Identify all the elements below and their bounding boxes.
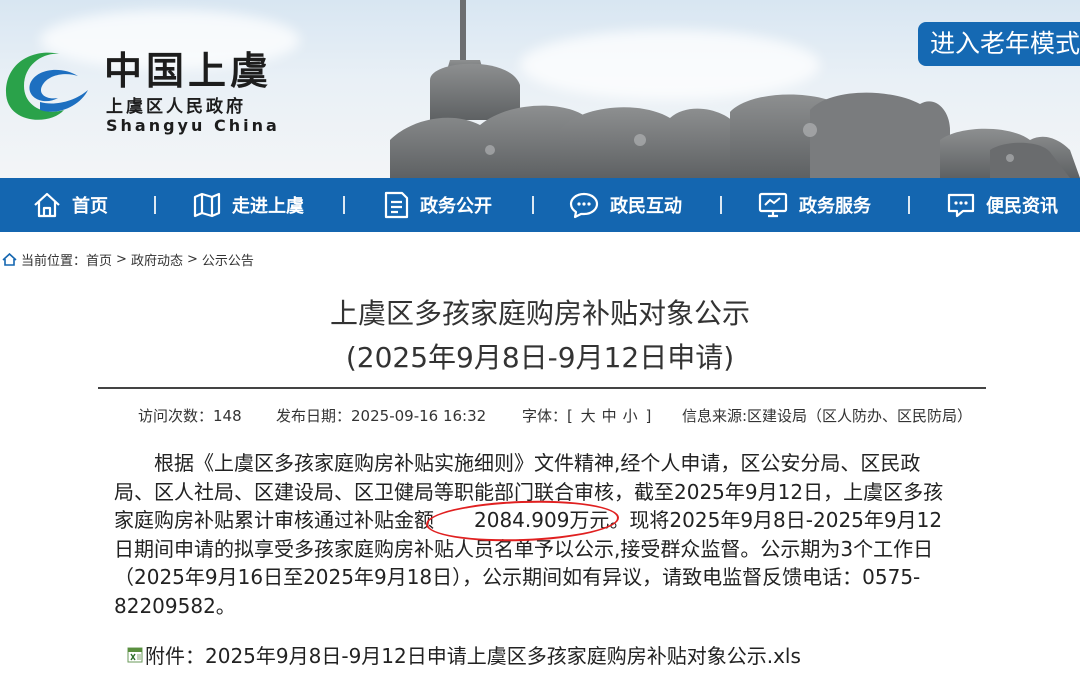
- monitor-icon: [758, 192, 788, 218]
- nav-item-label: 政民互动: [610, 196, 682, 217]
- nav-separator: [532, 196, 534, 214]
- nav-separator: [343, 196, 345, 214]
- brand-english: Shangyu China: [106, 116, 280, 135]
- info-source: 信息来源:区建设局（区人防办、区民防局）: [682, 407, 973, 425]
- highlighted-amount: 2084.909万元: [434, 506, 609, 535]
- breadcrumb-notices[interactable]: 公示公告: [202, 250, 254, 269]
- title-divider: [98, 387, 986, 389]
- publish-date-value: 2025-09-16 16:32: [351, 407, 487, 425]
- breadcrumb-separator: >: [116, 252, 127, 267]
- chat-icon: [569, 192, 599, 219]
- nav-separator: [720, 196, 722, 214]
- nav-item-label: 首页: [72, 196, 108, 217]
- nav-separator: [908, 196, 910, 214]
- breadcrumb-label: 当前位置：: [21, 254, 87, 269]
- nav-item-services[interactable]: 政务服务: [757, 178, 871, 232]
- breadcrumb-gov-news[interactable]: 政府动态: [131, 250, 183, 269]
- article-title: 上虞区多孩家庭购房补贴对象公示: [329, 297, 750, 330]
- nav-item-interaction[interactable]: 政民互动: [568, 178, 682, 232]
- map-icon: [193, 192, 221, 218]
- nav-item-home[interactable]: 首页: [32, 178, 108, 232]
- view-count: 访问次数：148: [138, 405, 242, 426]
- font-size-label: 字体：[: [522, 407, 573, 425]
- message-icon: [947, 193, 975, 218]
- main-nav: 首页 走进上虞 政务公开 政民互动 政务服务 便民资讯: [0, 178, 1080, 232]
- font-small-button[interactable]: 小: [623, 407, 638, 425]
- attachment-link[interactable]: 2025年9月8日-9月12日申请上虞区多孩家庭购房补贴对象公示.xls: [205, 640, 801, 669]
- breadcrumb-separator: >: [186, 252, 198, 267]
- home-icon: [34, 192, 60, 218]
- article-paragraph: 根据《上虞区多孩家庭购房补贴实施细则》文件精神,经个人申请，区公安分局、区民政局…: [114, 449, 954, 621]
- font-large-button[interactable]: 大: [581, 407, 596, 425]
- font-medium-button[interactable]: 中: [602, 407, 617, 425]
- view-count-label: 访问次数：: [138, 407, 214, 425]
- brand-subtitle: 上虞区人民政府: [106, 97, 246, 117]
- nav-item-label: 走进上虞: [232, 196, 304, 217]
- breadcrumb-home[interactable]: 首页: [86, 250, 112, 269]
- nav-item-label: 便民资讯: [986, 196, 1058, 217]
- document-icon: [384, 191, 409, 219]
- nav-item-about[interactable]: 走进上虞: [192, 178, 304, 232]
- nav-item-info[interactable]: 便民资讯: [946, 178, 1058, 232]
- font-size-bracket: ]: [645, 407, 652, 425]
- attachment-label: 附件：: [145, 644, 205, 668]
- publish-date-label: 发布日期：: [276, 407, 352, 425]
- nav-item-gov-affairs[interactable]: 政务公开: [382, 178, 492, 232]
- font-size-control: 字体：[ 大中小 ]: [522, 405, 651, 426]
- attachment: 附件： 2025年9月8日-9月12日申请上虞区多孩家庭购房补贴对象公示.xls: [127, 640, 801, 669]
- article-subtitle: (2025年9月8日-9月12日申请): [345, 341, 735, 374]
- home-icon: [2, 253, 17, 266]
- shangyu-logo-icon: [6, 52, 88, 120]
- nav-separator: [154, 196, 156, 214]
- article-body: 根据《上虞区多孩家庭购房补贴实施细则》文件精神,经个人申请，区公安分局、区民政局…: [114, 449, 954, 621]
- excel-file-icon: [127, 647, 143, 662]
- nav-item-label: 政务公开: [420, 196, 492, 217]
- view-count-value: 148: [213, 407, 242, 425]
- header-banner: 中国上虞 上虞区人民政府 Shangyu China 进入老年模式: [0, 0, 1080, 178]
- breadcrumb: 当前位置： 首页 > 政府动态 > 公示公告: [2, 250, 254, 269]
- brand-title: 中国上虞: [104, 49, 273, 93]
- elder-mode-button[interactable]: 进入老年模式: [918, 22, 1080, 66]
- publish-date: 发布日期：2025-09-16 16:32: [276, 405, 486, 426]
- nav-item-label: 政务服务: [799, 196, 871, 217]
